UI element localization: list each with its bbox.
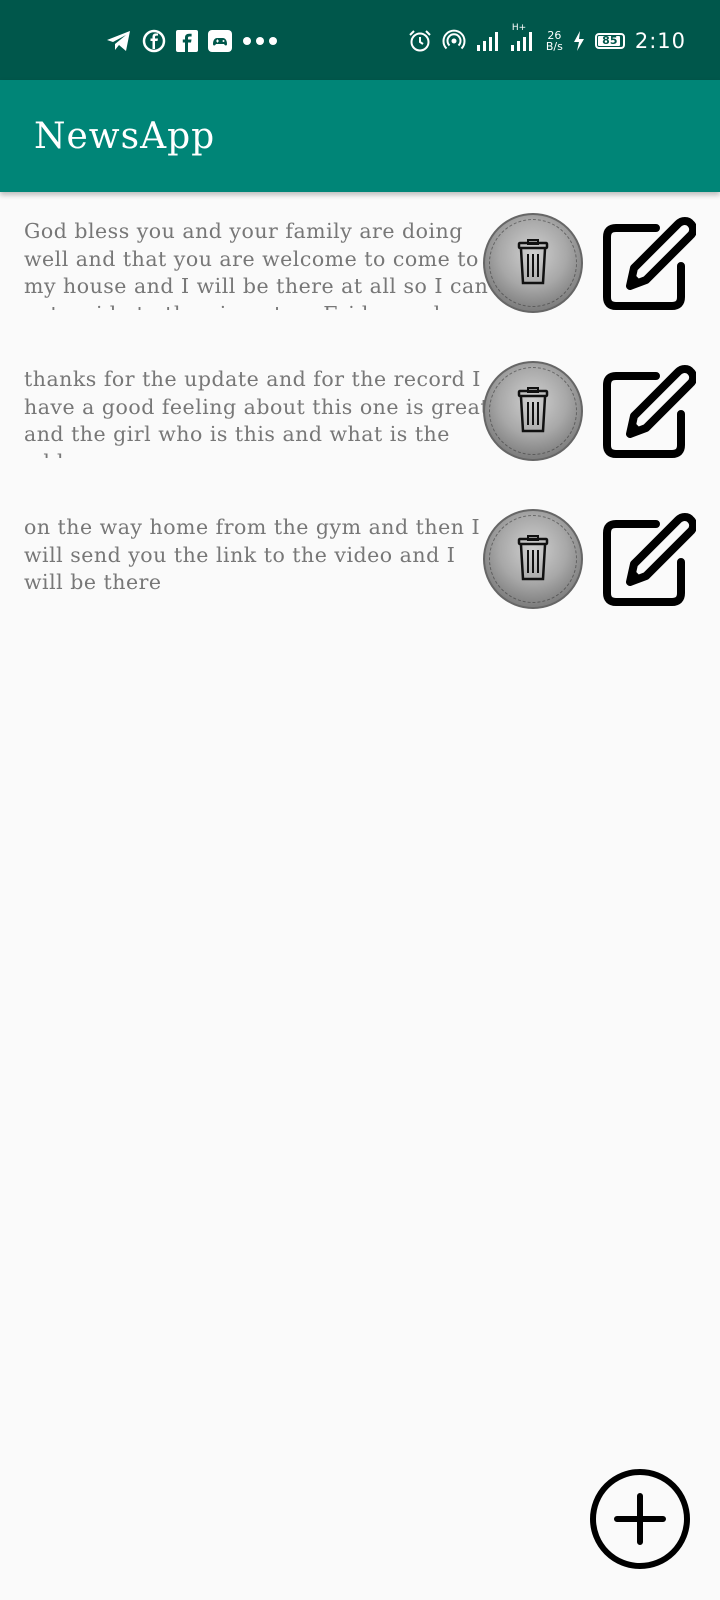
edit-icon xyxy=(603,513,696,606)
charging-icon xyxy=(573,30,585,52)
delete-button[interactable] xyxy=(483,213,583,313)
edit-button[interactable] xyxy=(594,212,698,316)
facebook-icon xyxy=(142,29,166,53)
status-left-icons xyxy=(106,26,278,56)
note-text: on the way home from the gym and then I … xyxy=(24,515,481,594)
battery-icon: 85 xyxy=(594,33,625,49)
facebook-square-icon xyxy=(176,30,198,52)
network-speed-unit: B/s xyxy=(545,40,563,53)
add-note-button[interactable] xyxy=(588,1467,692,1571)
alarm-icon xyxy=(408,29,432,53)
note-list: God bless you and your family are doing … xyxy=(0,192,720,636)
game-controller-icon xyxy=(208,30,232,52)
edit-button[interactable] xyxy=(594,508,698,612)
note-item[interactable]: on the way home from the gym and then I … xyxy=(0,488,720,636)
status-right-icons: H+ 26 B/s 85 2:10 xyxy=(408,23,686,56)
edit-icon xyxy=(603,217,696,310)
trash-icon xyxy=(517,239,549,285)
network-speed: 26 B/s xyxy=(546,30,563,52)
app-bar: NewsApp xyxy=(0,80,720,192)
delete-button[interactable] xyxy=(483,509,583,609)
status-bar: H+ 26 B/s 85 2:10 xyxy=(0,0,720,80)
more-dots-icon xyxy=(242,36,278,46)
telegram-icon xyxy=(106,29,132,53)
hotspot-icon xyxy=(442,29,466,53)
signal-icon xyxy=(476,30,500,52)
edit-icon xyxy=(603,365,696,458)
delete-button[interactable] xyxy=(483,361,583,461)
trash-icon xyxy=(517,535,549,581)
clock: 2:10 xyxy=(634,29,686,53)
note-text: thanks for the update and for the record… xyxy=(24,367,490,458)
app-title: NewsApp xyxy=(34,116,216,157)
edit-button[interactable] xyxy=(594,360,698,464)
network-type-label: H+ xyxy=(511,23,527,33)
note-text: God bless you and your family are doing … xyxy=(24,219,489,310)
signal-icon: H+ xyxy=(510,23,536,52)
trash-icon xyxy=(517,387,549,433)
note-item[interactable]: thanks for the update and for the record… xyxy=(0,340,720,488)
add-icon xyxy=(590,1469,690,1569)
note-item[interactable]: God bless you and your family are doing … xyxy=(0,192,720,340)
battery-level: 85 xyxy=(602,34,618,47)
